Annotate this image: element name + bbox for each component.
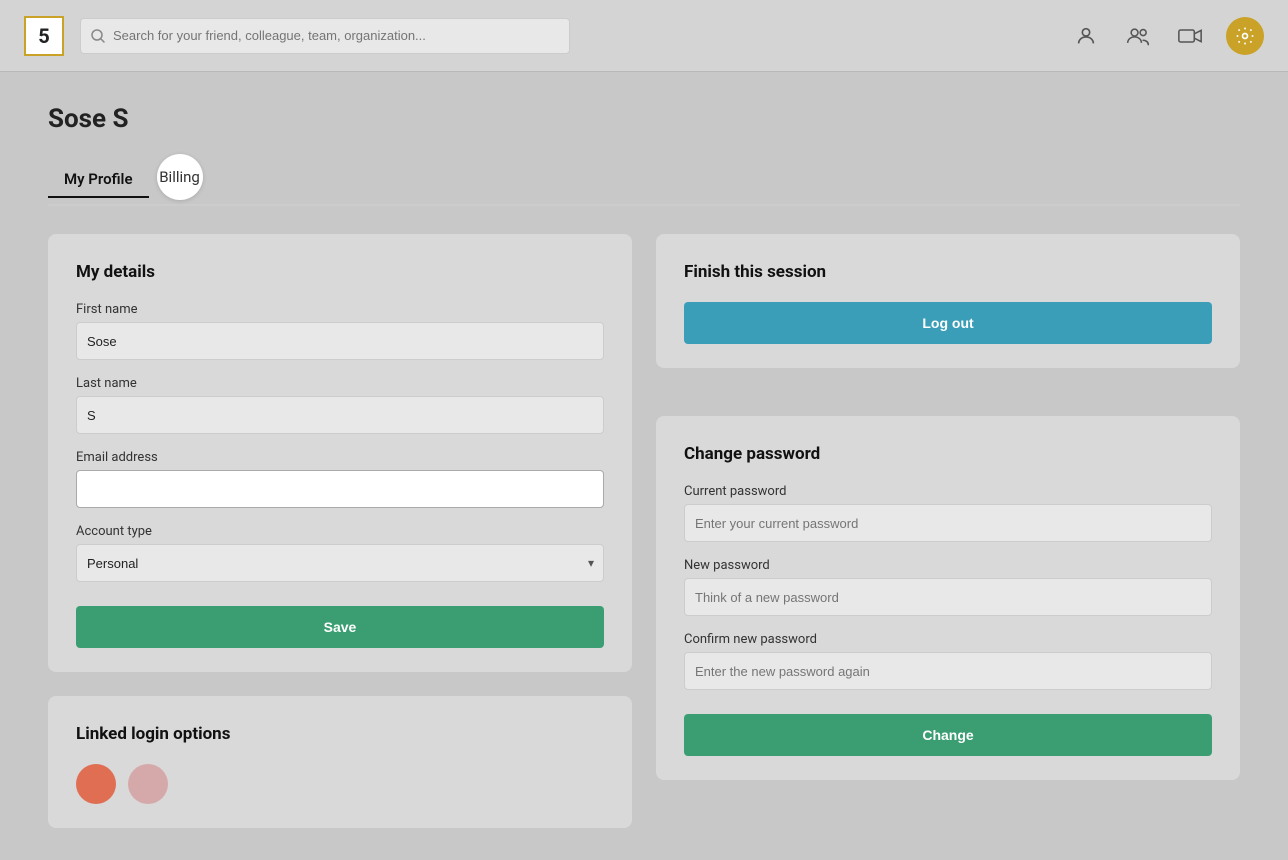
search-input[interactable] [113,28,559,43]
my-details-card: My details First name Last name Email ad… [48,234,632,672]
confirm-password-group: Confirm new password [684,632,1212,690]
my-details-title: My details [76,262,604,282]
logo[interactable]: 5 [24,16,64,56]
email-input[interactable] [76,470,604,508]
video-icon[interactable] [1174,20,1206,52]
logo-text: 5 [38,24,49,48]
finish-session-title: Finish this session [684,262,1212,282]
change-password-card: Change password Current password New pas… [656,416,1240,780]
group-icon[interactable] [1122,20,1154,52]
search-icon [91,29,105,43]
email-label: Email address [76,450,604,465]
search-bar[interactable] [80,18,570,54]
account-type-group: Account type Personal Business ▾ [76,524,604,582]
email-group: Email address [76,450,604,508]
tab-billing[interactable]: Billing [157,154,203,200]
current-password-group: Current password [684,484,1212,542]
content-grid: My details First name Last name Email ad… [48,234,1240,828]
first-name-input[interactable] [76,322,604,360]
confirm-password-input[interactable] [684,652,1212,690]
right-column: Finish this session Log out Change passw… [656,234,1240,828]
account-type-select[interactable]: Personal Business [76,544,604,582]
logout-button[interactable]: Log out [684,302,1212,344]
linked-login-avatar-2[interactable] [128,764,168,804]
save-button[interactable]: Save [76,606,604,648]
account-type-select-wrapper: Personal Business ▾ [76,544,604,582]
new-password-label: New password [684,558,1212,573]
header-icons [1070,17,1264,55]
linked-logins-title: Linked login options [76,724,604,744]
account-type-label: Account type [76,524,604,539]
current-password-input[interactable] [684,504,1212,542]
new-password-group: New password [684,558,1212,616]
tabs: My Profile Billing [48,154,1240,206]
last-name-label: Last name [76,376,604,391]
change-password-button[interactable]: Change [684,714,1212,756]
gear-icon-button[interactable] [1226,17,1264,55]
first-name-label: First name [76,302,604,317]
main-content: Sose S My Profile Billing My details Fir… [0,72,1288,860]
header: 5 [0,0,1288,72]
tab-my-profile[interactable]: My Profile [48,162,149,196]
left-column: My details First name Last name Email ad… [48,234,632,828]
page-title: Sose S [48,104,1240,134]
finish-session-card: Finish this session Log out [656,234,1240,368]
confirm-password-label: Confirm new password [684,632,1212,647]
current-password-label: Current password [684,484,1212,499]
first-name-group: First name [76,302,604,360]
change-password-title: Change password [684,444,1212,464]
last-name-input[interactable] [76,396,604,434]
new-password-input[interactable] [684,578,1212,616]
linked-login-avatar-1[interactable] [76,764,116,804]
person-icon[interactable] [1070,20,1102,52]
linked-logins-card: Linked login options [48,696,632,828]
last-name-group: Last name [76,376,604,434]
